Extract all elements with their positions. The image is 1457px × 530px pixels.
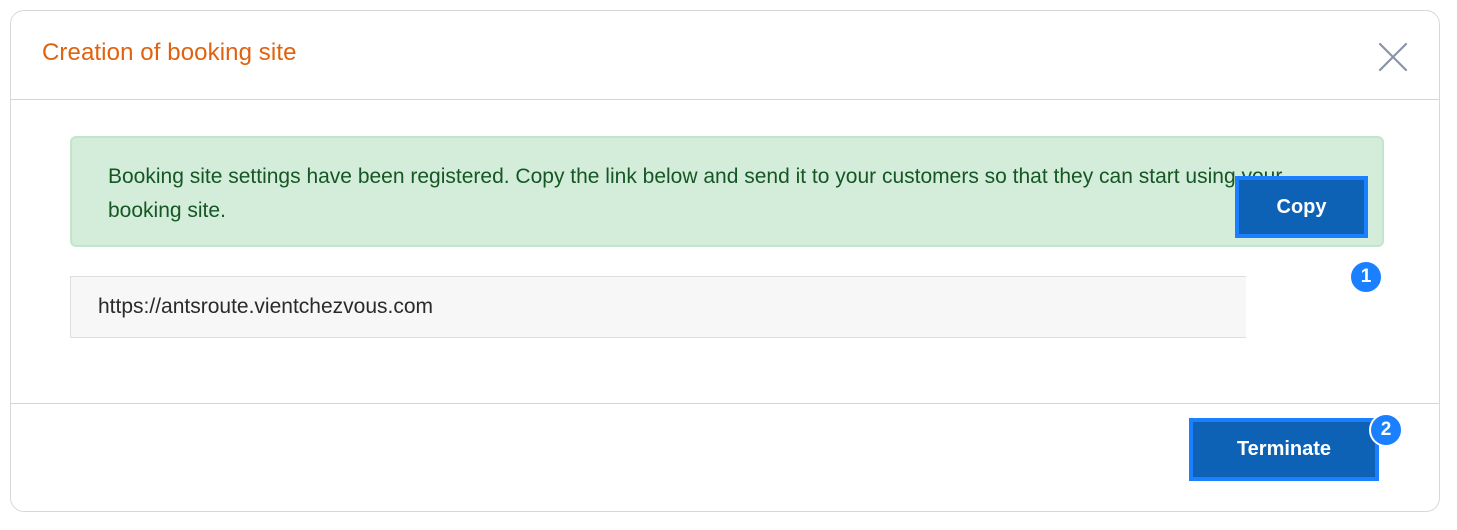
terminate-button[interactable]: Terminate [1189,418,1379,481]
success-alert: Booking site settings have been register… [70,136,1384,247]
step-badge-1: 1 [1349,260,1383,294]
close-button[interactable] [1377,41,1409,73]
step-badge-2: 2 [1369,413,1403,447]
modal-title: Creation of booking site [42,39,297,66]
copy-button[interactable]: Copy [1235,176,1368,238]
modal-header: Creation of booking site [11,11,1439,100]
modal-body: Booking site settings have been register… [11,100,1439,404]
success-alert-message: Booking site settings have been register… [108,165,1283,222]
booking-link-field[interactable]: https://antsroute.vientchezvous.com [70,276,1246,338]
close-icon [1378,42,1408,72]
